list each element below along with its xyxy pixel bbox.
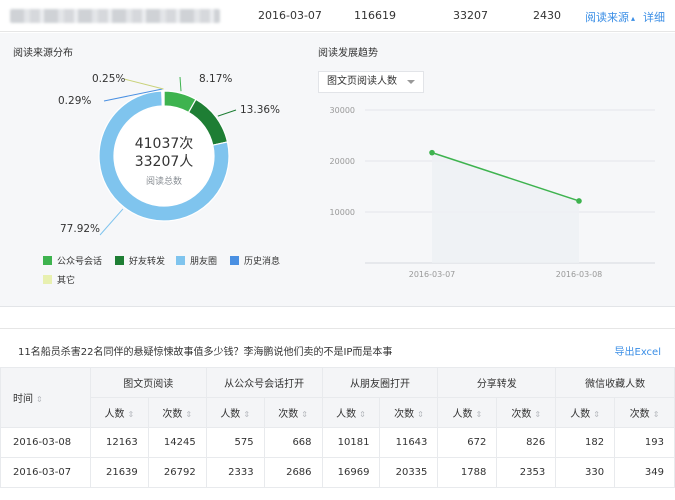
sort-icon: ⇕ (185, 410, 193, 419)
x-tick-label: 2016-03-08 (556, 270, 603, 279)
row-cell: 182 (555, 427, 616, 458)
group-header: 分享转发 (437, 367, 557, 398)
group-header: 从公众号会话打开 (205, 367, 323, 398)
blurred-article-title (10, 9, 220, 23)
table-row: 2016-03-07 21639 26792 2333 2686 16969 20335 17… (0, 457, 675, 488)
subheader-row: 人数 ⇕ 次数 ⇕ 人数 ⇕ 次数 ⇕ 人数 ⇕ 次数 ⇕ 人数 ⇕ 次数 ⇕ 人数 ⇕ 次数 ⇕ (1, 397, 675, 428)
summary-row: 2016-03-07 116619 33207 2430 阅读来源 ▴ 详细 (0, 0, 675, 32)
detail-link[interactable]: 详细 (643, 9, 665, 25)
y-tick-label: 20000 (330, 157, 355, 166)
row-cell: 668 (263, 427, 323, 458)
row-cell: 26792 (147, 457, 207, 488)
row-date: 2016-03-08 (0, 427, 91, 458)
sortable-times-header[interactable]: 次数 ⇕ (147, 397, 207, 428)
data-point (576, 198, 582, 204)
row-cell: 21639 (89, 457, 149, 488)
subheader-label: 人数 (452, 409, 473, 420)
row-cell: 575 (205, 427, 265, 458)
sortable-times-header[interactable]: 次数 ⇕ (496, 397, 557, 428)
group-header: 微信收藏人数 (555, 367, 675, 398)
article-stats-section: 11名船员杀害22名同伴的悬疑惊悚故事值多少钱？李海鹏说他们卖的不是IP而是本事… (0, 328, 675, 500)
y-tick-label: 30000 (330, 106, 355, 115)
row-cell: 2333 (205, 457, 265, 488)
summary-value-2: 33207 (453, 9, 488, 22)
table-row: 2016-03-08 12163 14245 575 668 10181 11643 672 8… (0, 427, 675, 458)
subheader-label: 人数 (104, 409, 125, 420)
sortable-times-header[interactable]: 次数 ⇕ (614, 397, 675, 428)
row-cell: 20335 (379, 457, 439, 488)
sort-icon: ⇕ (417, 410, 424, 419)
summary-date: 2016-03-07 (258, 9, 322, 22)
row-cell: 1788 (437, 457, 498, 488)
sort-icon: ⇕ (36, 395, 43, 404)
row-cell: 2353 (496, 457, 557, 488)
sortable-people-header[interactable]: 人数 ⇕ (555, 397, 616, 428)
sort-icon: ⇕ (243, 410, 251, 419)
subheader-label: 次数 (629, 409, 650, 420)
sortable-times-header[interactable]: 次数 ⇕ (263, 397, 323, 428)
sortable-people-header[interactable]: 人数 ⇕ (321, 397, 381, 428)
sortable-people-header[interactable]: 人数 ⇕ (437, 397, 498, 428)
group-header: 图文页阅读 (89, 367, 207, 398)
table-body: 2016-03-08 12163 14245 575 668 10181 11643 672 8… (0, 427, 675, 488)
row-cell: 330 (555, 457, 616, 488)
group-header: 从朋友圈打开 (321, 367, 439, 398)
subheader-label: 人数 (336, 409, 357, 420)
row-cell: 12163 (89, 427, 149, 458)
subheader-label: 人数 (220, 409, 241, 420)
sort-icon: ⇕ (652, 410, 660, 419)
sort-icon: ⇕ (534, 410, 542, 419)
sort-icon: ⇕ (127, 410, 135, 419)
read-source-label: 阅读来源 (585, 11, 629, 24)
row-cell: 2686 (263, 457, 323, 488)
analytics-panel: 阅读来源分布 阅读发展趋势 0.25% 0.29% 8.17% 13.36% 7… (0, 33, 675, 307)
subheader-label: 人数 (570, 409, 591, 420)
row-cell: 193 (614, 427, 675, 458)
time-header-label: 时间 (13, 394, 33, 405)
export-excel-link[interactable]: 导出Excel (615, 343, 662, 358)
row-cell: 672 (437, 427, 498, 458)
sortable-people-header[interactable]: 人数 ⇕ (89, 397, 149, 428)
chevron-up-icon: ▴ (631, 14, 636, 23)
read-source-link[interactable]: 阅读来源 ▴ (585, 9, 635, 25)
x-tick-label: 2016-03-07 (409, 270, 456, 279)
sortable-people-header[interactable]: 人数 ⇕ (205, 397, 265, 428)
subheader-label: 次数 (278, 409, 299, 420)
row-cell: 349 (614, 457, 675, 488)
row-cell: 826 (496, 427, 557, 458)
row-date: 2016-03-07 (0, 457, 91, 488)
time-header[interactable]: 时间 ⇕ (0, 367, 91, 428)
sort-icon: ⇕ (359, 410, 366, 419)
summary-value-1: 116619 (354, 9, 396, 22)
row-cell: 10181 (321, 427, 381, 458)
subheader-label: 次数 (511, 409, 532, 420)
trend-line-chart: 30000 20000 10000 2016-03-07 2016-03-08 (330, 106, 655, 279)
stats-table: 时间 ⇕ 图文页阅读 从公众号会话打开 从朋友圈打开 分享转发 微信收藏人数 人数… (0, 367, 675, 488)
sort-icon: ⇕ (593, 410, 600, 419)
subheader-label: 次数 (394, 409, 415, 420)
row-cell: 14245 (147, 427, 207, 458)
sort-icon: ⇕ (475, 410, 483, 419)
row-cell: 11643 (379, 427, 439, 458)
subheader-label: 次数 (162, 409, 183, 420)
data-point (429, 149, 435, 156)
sortable-times-header[interactable]: 次数 ⇕ (379, 397, 439, 428)
area-fill (432, 152, 579, 263)
article-title: 11名船员杀害22名同伴的悬疑惊悚故事值多少钱？李海鹏说他们卖的不是IP而是本事 (18, 347, 393, 358)
row-cell: 16969 (321, 457, 381, 488)
summary-value-3: 2430 (533, 9, 561, 22)
y-tick-label: 10000 (330, 208, 355, 217)
sort-icon: ⇕ (301, 410, 308, 419)
